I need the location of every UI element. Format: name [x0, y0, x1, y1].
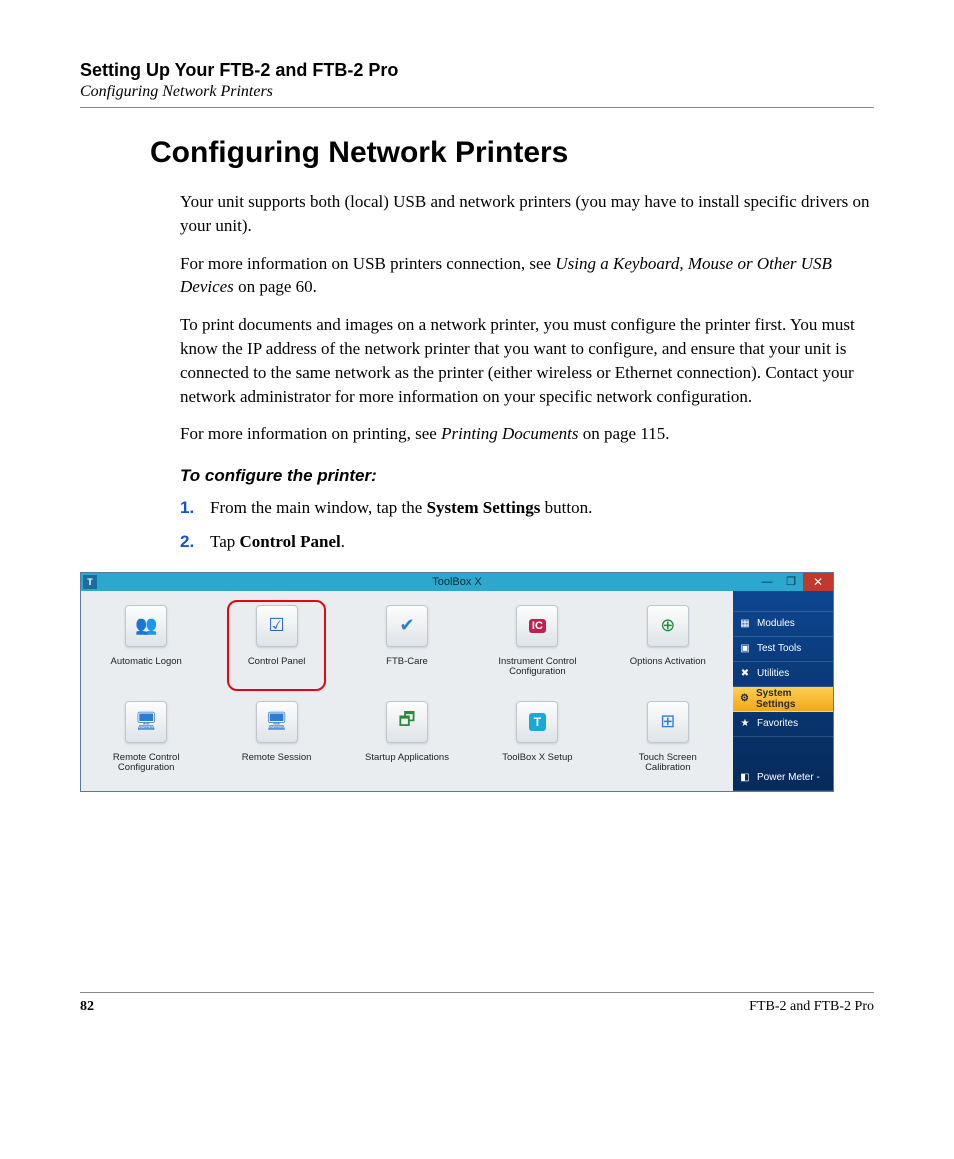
toolbox-x-setup-icon: T	[516, 701, 558, 743]
right-sidebar: ▦ Modules ▣ Test Tools ✖ Utilities ⚙ System Set…	[733, 591, 833, 791]
tile-startup-applications[interactable]: 🗗 Startup Applications	[342, 693, 472, 789]
sidebar-item-test-tools[interactable]: ▣ Test Tools	[733, 637, 833, 662]
tile-touch-screen-calibration[interactable]: ⊞ Touch Screen Calibration	[603, 693, 733, 789]
automatic-logon-icon: 👥	[125, 605, 167, 647]
procedure-steps: 1. From the main window, tap the System …	[180, 496, 874, 554]
p4-lead: For more information on printing, see	[180, 424, 441, 443]
tile-label: Remote Session	[242, 753, 312, 764]
p4-italic: Printing Documents	[441, 424, 578, 443]
tile-control-panel[interactable]: ☑ Control Panel	[211, 597, 341, 693]
touch-screen-calibration-icon: ⊞	[647, 701, 689, 743]
sidebar-item-power-meter-[interactable]: ◧ Power Meter -	[733, 766, 833, 791]
sidebar-label: Utilities	[757, 668, 789, 679]
p2-lead: For more information on USB printers con…	[180, 254, 555, 273]
tile-options-activation[interactable]: ⊕ Options Activation	[603, 597, 733, 693]
remote-session-icon: 🖥	[256, 701, 298, 743]
startup-applications-icon: 🗗	[386, 701, 428, 743]
step-1-text: From the main window, tap the System Set…	[210, 496, 592, 520]
settings-tile-grid: 👥 Automatic Logon ☑ Control Panel ✔ FTB-Care I…	[81, 591, 733, 791]
tile-instrument-control-configuration[interactable]: IC Instrument Control Configuration	[472, 597, 602, 693]
paragraph-2: For more information on USB printers con…	[180, 252, 874, 300]
sidebar-icon: ★	[739, 718, 751, 730]
sidebar-icon: ▦	[739, 618, 751, 630]
window-titlebar[interactable]: T ToolBox X — ❐ ✕	[81, 573, 833, 591]
tile-label: FTB-Care	[386, 657, 428, 668]
tile-label: Instrument Control Configuration	[487, 657, 587, 679]
sidebar-label: Favorites	[757, 718, 798, 729]
sidebar-item-modules[interactable]: ▦ Modules	[733, 612, 833, 637]
sidebar-icon: ✖	[739, 668, 751, 680]
sidebar-icon: ◧	[739, 772, 751, 784]
tile-label: ToolBox X Setup	[502, 753, 572, 764]
tile-label: Touch Screen Calibration	[618, 753, 718, 775]
step-1-number: 1.	[180, 496, 198, 520]
breadcrumb: Configuring Network Printers	[80, 83, 874, 101]
sidebar-icon: ▣	[739, 643, 751, 655]
page-title: Configuring Network Printers	[150, 136, 874, 170]
sidebar-item-system-settings[interactable]: ⚙ System Settings	[733, 687, 833, 712]
step-2: 2. Tap Control Panel.	[180, 530, 874, 554]
sidebar-label: Modules	[757, 618, 795, 629]
header-rule	[80, 107, 874, 108]
step-1: 1. From the main window, tap the System …	[180, 496, 874, 520]
paragraph-3: To print documents and images on a netwo…	[180, 313, 874, 408]
sidebar-label: Test Tools	[757, 643, 801, 654]
tile-label: Remote Control Configuration	[96, 753, 196, 775]
sidebar-item-favorites[interactable]: ★ Favorites	[733, 712, 833, 737]
chapter-title: Setting Up Your FTB-2 and FTB-2 Pro	[80, 60, 874, 81]
page-number: 82	[80, 999, 94, 1015]
tile-remote-session[interactable]: 🖥 Remote Session	[211, 693, 341, 789]
paragraph-4: For more information on printing, see Pr…	[180, 422, 874, 446]
sidebar-label: Power Meter -	[757, 772, 820, 783]
screenshot-toolbox: T ToolBox X — ❐ ✕ 👥 Automatic Logon ☑ Contr…	[80, 572, 834, 792]
step-2-number: 2.	[180, 530, 198, 554]
tile-remote-control-configuration[interactable]: 🖥 Remote Control Configuration	[81, 693, 211, 789]
step-2-text: Tap Control Panel.	[210, 530, 345, 554]
remote-control-configuration-icon: 🖥	[125, 701, 167, 743]
paragraph-1: Your unit supports both (local) USB and …	[180, 190, 874, 238]
tile-label: Control Panel	[248, 657, 306, 668]
window-title: ToolBox X	[81, 576, 833, 588]
options-activation-icon: ⊕	[647, 605, 689, 647]
sidebar-item-utilities[interactable]: ✖ Utilities	[733, 662, 833, 687]
tile-ftb-care[interactable]: ✔ FTB-Care	[342, 597, 472, 693]
tile-label: Startup Applications	[365, 753, 449, 764]
tile-label: Automatic Logon	[111, 657, 182, 668]
control-panel-icon: ☑	[256, 605, 298, 647]
footer-right: FTB-2 and FTB-2 Pro	[749, 999, 874, 1015]
instrument-control-configuration-icon: IC	[516, 605, 558, 647]
procedure-heading: To configure the printer:	[180, 464, 874, 488]
sidebar-label: System Settings	[756, 688, 827, 710]
tile-toolbox-x-setup[interactable]: T ToolBox X Setup	[472, 693, 602, 789]
tile-label: Options Activation	[630, 657, 706, 668]
p2-tail: on page 60.	[234, 277, 317, 296]
tile-automatic-logon[interactable]: 👥 Automatic Logon	[81, 597, 211, 693]
p4-tail: on page 115.	[579, 424, 670, 443]
ftb-care-icon: ✔	[386, 605, 428, 647]
sidebar-icon: ⚙	[739, 693, 750, 705]
